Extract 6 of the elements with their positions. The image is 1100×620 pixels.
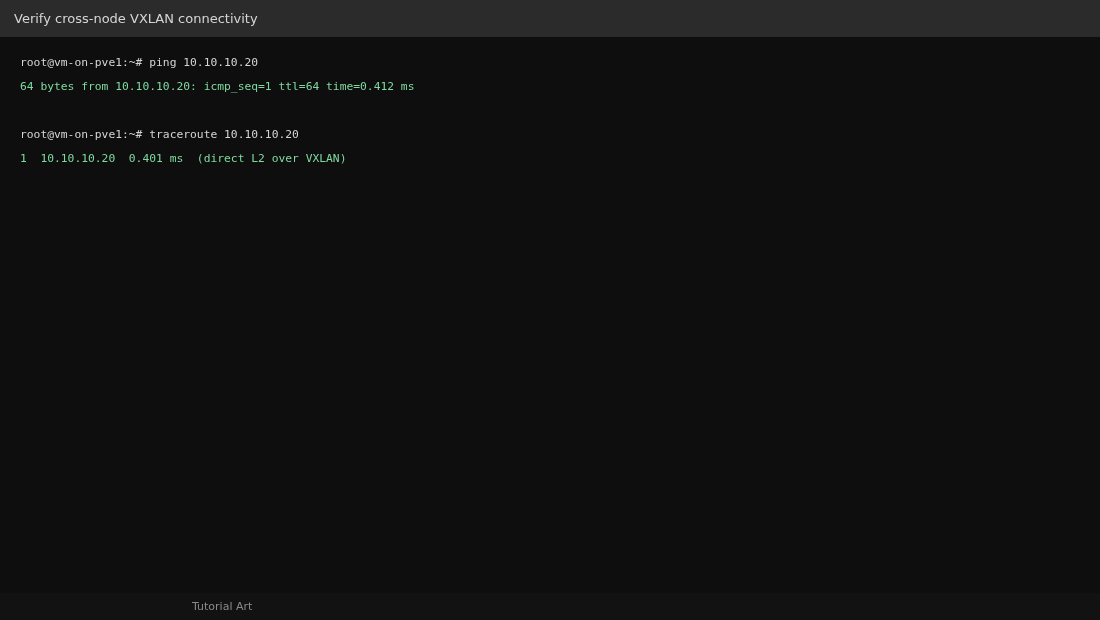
command-line: root@vm-on-pve1:~# ping 10.10.10.20 [20,55,259,71]
footer-text: Tutorial Art [192,600,253,613]
window-title: Verify cross-node VXLAN connectivity [14,11,258,26]
command-line: root@vm-on-pve1:~# traceroute 10.10.10.20 [20,127,299,143]
output-line: 1 10.10.10.20 0.401 ms (direct L2 over VXLAN) [20,151,347,167]
output-line: 64 bytes from 10.10.10.20: icmp_seq=1 ttl=64 time=0.412 ms [20,79,415,95]
